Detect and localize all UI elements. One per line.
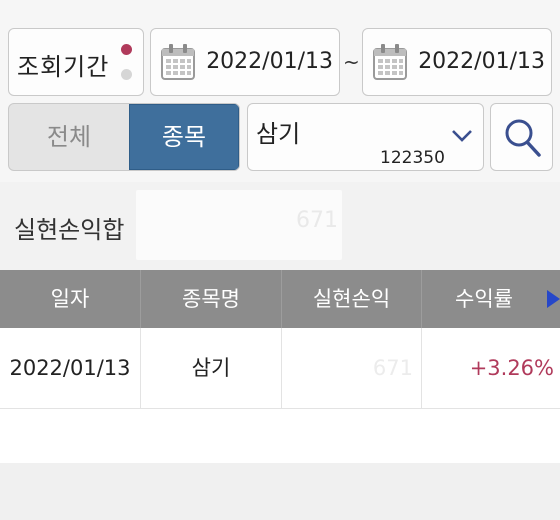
summary-label: 실현손익합: [14, 216, 125, 244]
cell-stock-name: 삼기: [140, 328, 281, 408]
scroll-right-arrow-icon[interactable]: [547, 290, 560, 308]
date-range-separator: ~: [343, 50, 360, 74]
start-date-value: 2022/01/13: [206, 49, 333, 74]
period-label: 조회기간: [17, 53, 110, 81]
calendar-icon: [373, 44, 407, 80]
summary-value: 671: [296, 208, 338, 233]
table-header: 일자 종목명 실현손익 수익률: [0, 270, 560, 328]
search-icon: [505, 119, 541, 157]
realized-pnl-summary: 실현손익합 671: [0, 182, 560, 270]
end-date-picker[interactable]: 2022/01/13: [362, 28, 552, 96]
search-button[interactable]: [490, 103, 553, 171]
cell-return-rate: +3.26%: [421, 328, 560, 408]
table-row[interactable]: 2022/01/13 삼기 671 +3.26%: [0, 328, 560, 409]
header-date: 일자: [50, 287, 90, 311]
scope-segmented-control: 전체 종목: [8, 103, 240, 171]
segment-all-button[interactable]: 전체: [9, 104, 129, 170]
segment-item-button[interactable]: 종목: [129, 104, 239, 170]
cell-realized-pnl: 671: [281, 328, 421, 408]
start-date-picker[interactable]: 2022/01/13: [150, 28, 340, 96]
indicator-dot-inactive: [121, 69, 132, 80]
period-toggle-button[interactable]: 조회기간: [8, 28, 144, 96]
indicator-dot-active: [121, 44, 132, 55]
stock-code: 122350: [380, 148, 445, 168]
header-realized-pnl: 실현손익: [281, 270, 421, 328]
chevron-down-icon: [452, 130, 472, 142]
table-empty-area: [0, 409, 560, 463]
header-stock-name: 종목명: [140, 270, 281, 328]
stock-selector[interactable]: 삼기 122350: [247, 103, 484, 171]
cell-date: 2022/01/13: [9, 356, 131, 380]
calendar-icon: [161, 44, 195, 80]
stock-name: 삼기: [256, 120, 301, 148]
end-date-value: 2022/01/13: [418, 49, 545, 74]
header-return-rate: 수익률: [421, 270, 546, 328]
